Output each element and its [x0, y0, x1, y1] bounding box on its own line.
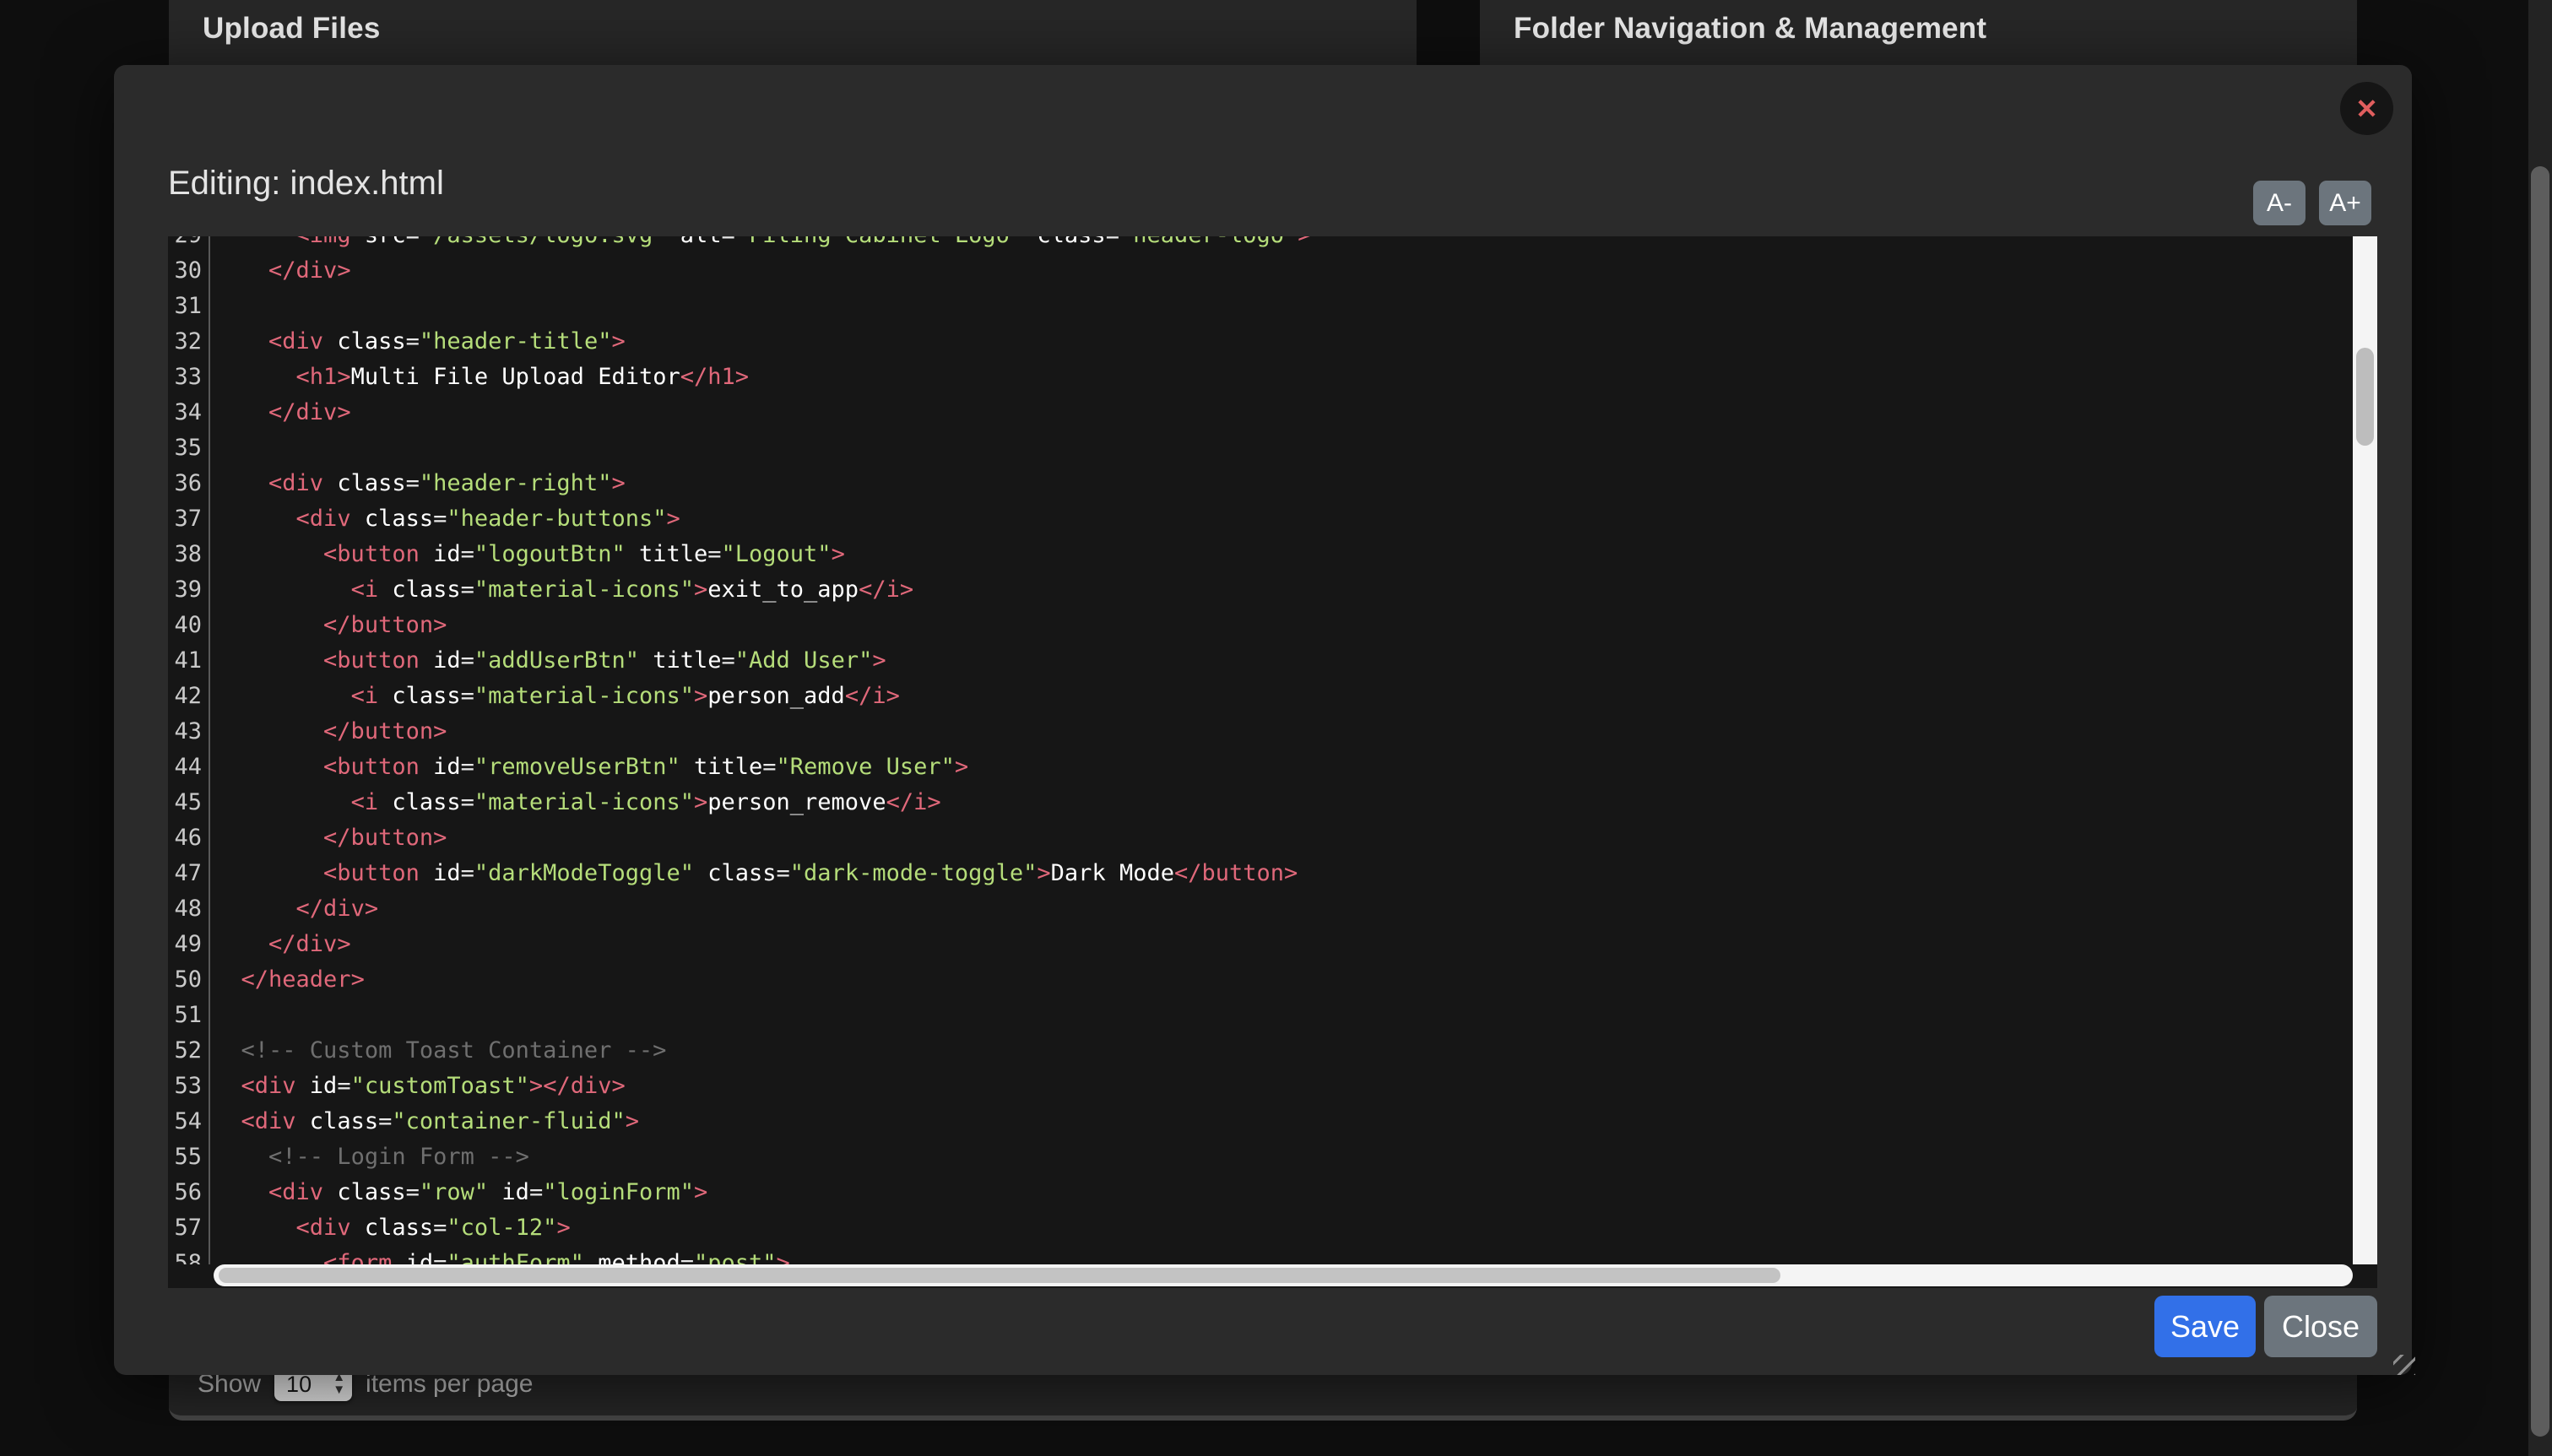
editor-horizontal-scrollbar[interactable] — [214, 1264, 2353, 1286]
resize-grip-icon[interactable] — [2393, 1355, 2415, 1375]
line-number: 38 — [168, 537, 209, 572]
close-icon[interactable]: ✕ — [2340, 82, 2393, 135]
line-number: 55 — [168, 1139, 209, 1175]
code-line: <button id="removeUserBtn" title="Remove… — [214, 750, 2353, 785]
code-line: </div> — [214, 891, 2353, 927]
font-increase-button[interactable]: A+ — [2319, 181, 2371, 225]
code-line: <button id="logoutBtn" title="Logout"> — [214, 537, 2353, 572]
line-number: 54 — [168, 1104, 209, 1139]
code-line: <i class="material-icons">exit_to_app</i… — [214, 572, 2353, 608]
line-number: 49 — [168, 927, 209, 962]
code-line: <div class="header-right"> — [214, 466, 2353, 501]
code-line: <i class="material-icons">person_remove<… — [214, 785, 2353, 820]
line-number: 31 — [168, 289, 209, 324]
code-line: <div id="customToast"></div> — [214, 1069, 2353, 1104]
code-line: </header> — [214, 962, 2353, 998]
line-number: 33 — [168, 360, 209, 395]
line-number: 51 — [168, 998, 209, 1033]
line-number: 52 — [168, 1033, 209, 1069]
upload-files-title: Upload Files — [169, 0, 1417, 46]
code-line: <h1>Multi File Upload Editor</h1> — [214, 360, 2353, 395]
code-line: <div class="header-title"> — [214, 324, 2353, 360]
code-line: </button> — [214, 714, 2353, 750]
code-line: <button id="darkModeToggle" class="dark-… — [214, 856, 2353, 891]
line-number: 46 — [168, 820, 209, 856]
items-per-page-value: 10 — [286, 1372, 312, 1398]
code-line: <div class="row" id="loginForm"> — [214, 1175, 2353, 1210]
code-line: <div class="col-12"> — [214, 1210, 2353, 1246]
edit-file-modal: Editing: index.html ✕ A- A+ 293031323334… — [114, 65, 2412, 1375]
code-line: <i class="material-icons">person_add</i> — [214, 679, 2353, 714]
code-line: </div> — [214, 395, 2353, 430]
save-button[interactable]: Save — [2154, 1296, 2256, 1357]
page-scrollbar[interactable] — [2528, 0, 2552, 1456]
code-line: </div> — [214, 927, 2353, 962]
close-button[interactable]: Close — [2264, 1296, 2377, 1357]
line-number: 48 — [168, 891, 209, 927]
editor-vertical-scrollbar[interactable] — [2353, 236, 2377, 1264]
folder-navigation-title: Folder Navigation & Management — [1480, 0, 2357, 46]
line-number: 57 — [168, 1210, 209, 1246]
line-number: 56 — [168, 1175, 209, 1210]
code-line — [214, 289, 2353, 324]
code-line: <!-- Login Form --> — [214, 1139, 2353, 1175]
modal-title: Editing: index.html — [168, 165, 444, 203]
vertical-scrollbar-thumb[interactable] — [2356, 348, 2374, 446]
code-line: <form id="authForm" method="post"> — [214, 1246, 2353, 1264]
page-scrollbar-thumb[interactable] — [2531, 166, 2549, 1437]
code-line: <img src="/assets/logo.svg" alt="Filing … — [214, 236, 2353, 253]
line-number: 36 — [168, 466, 209, 501]
line-number: 43 — [168, 714, 209, 750]
code-line — [214, 430, 2353, 466]
line-number: 34 — [168, 395, 209, 430]
line-number: 41 — [168, 643, 209, 679]
line-number: 39 — [168, 572, 209, 608]
code-line: </button> — [214, 820, 2353, 856]
line-number: 35 — [168, 430, 209, 466]
horizontal-scrollbar-thumb[interactable] — [219, 1268, 1780, 1283]
code-line: <!-- Custom Toast Container --> — [214, 1033, 2353, 1069]
line-number: 29 — [168, 236, 209, 253]
code-line — [214, 998, 2353, 1033]
line-number: 40 — [168, 608, 209, 643]
code-line: </button> — [214, 608, 2353, 643]
code-editor[interactable]: 2930313233343536373839404142434445464748… — [168, 236, 2377, 1288]
line-number: 32 — [168, 324, 209, 360]
code-line: </div> — [214, 253, 2353, 289]
line-number: 53 — [168, 1069, 209, 1104]
font-size-controls: A- A+ — [2253, 181, 2371, 225]
line-number: 45 — [168, 785, 209, 820]
font-decrease-button[interactable]: A- — [2253, 181, 2305, 225]
line-number-gutter: 2930313233343536373839404142434445464748… — [168, 236, 210, 1264]
line-number: 50 — [168, 962, 209, 998]
line-number: 47 — [168, 856, 209, 891]
line-number: 44 — [168, 750, 209, 785]
code-line: <button id="addUserBtn" title="Add User"… — [214, 643, 2353, 679]
line-number: 30 — [168, 253, 209, 289]
line-number: 37 — [168, 501, 209, 537]
code-line: <div class="container-fluid"> — [214, 1104, 2353, 1139]
line-number: 42 — [168, 679, 209, 714]
code-editor-content[interactable]: <img src="/assets/logo.svg" alt="Filing … — [214, 236, 2353, 1264]
code-line: <div class="header-buttons"> — [214, 501, 2353, 537]
line-number: 58 — [168, 1246, 209, 1264]
